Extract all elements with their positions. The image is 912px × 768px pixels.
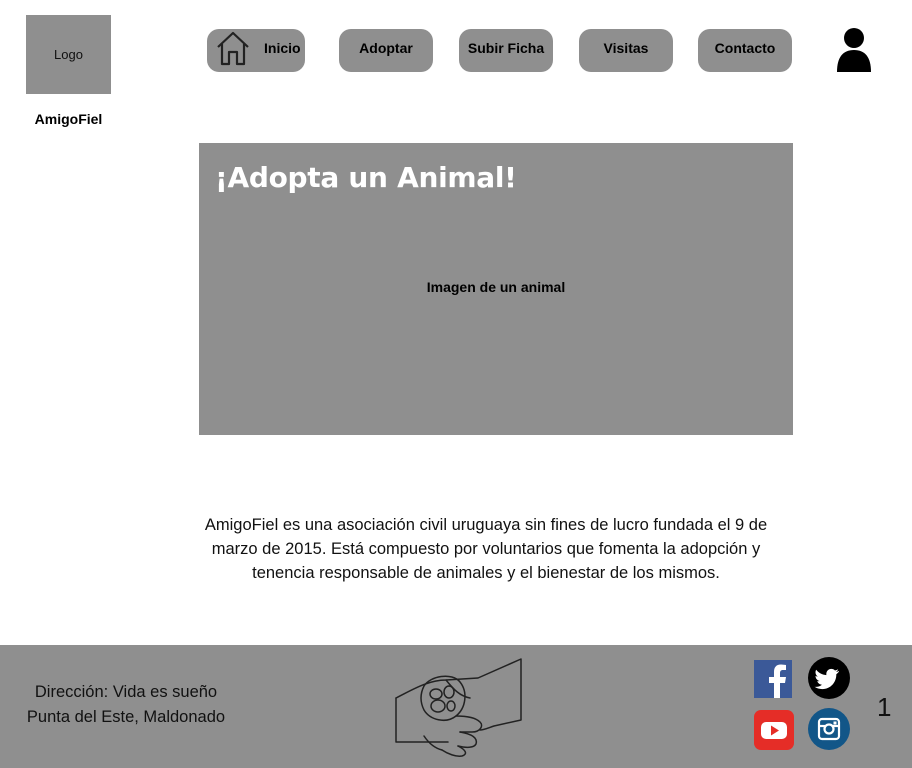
nav-inicio-button[interactable]: Inicio: [207, 29, 305, 72]
facebook-icon[interactable]: [754, 660, 792, 698]
paw-handshake-icon: [395, 658, 522, 757]
nav-subir-ficha-label: Subir Ficha: [467, 40, 545, 56]
instagram-icon[interactable]: [808, 708, 850, 750]
youtube-icon[interactable]: [754, 710, 794, 750]
logo-text: Logo: [54, 47, 83, 62]
address-line-2: Punta del Este, Maldonado: [26, 708, 226, 726]
hero-image-placeholder: Imagen de un animal: [426, 279, 566, 295]
nav-inicio-label: Inicio: [264, 40, 301, 56]
home-icon: [217, 31, 249, 66]
nav-visitas-label: Visitas: [603, 40, 649, 56]
page-number: 1: [877, 692, 892, 722]
hero-banner: ¡Adopta un Animal! Imagen de un animal: [199, 143, 793, 435]
nav-visitas-button[interactable]: Visitas: [579, 29, 673, 72]
address-line-1: Dirección: Vida es sueño: [34, 683, 218, 701]
footer-address: Dirección: Vida es sueño Punta del Este,…: [0, 680, 252, 730]
brand-name: AmigoFiel: [34, 111, 103, 127]
footer: Dirección: Vida es sueño Punta del Este,…: [0, 645, 912, 768]
twitter-icon[interactable]: [808, 657, 850, 699]
nav-adoptar-button[interactable]: Adoptar: [339, 29, 433, 72]
about-text: AmigoFiel es una asociación civil urugua…: [204, 516, 768, 582]
nav-subir-ficha-button[interactable]: Subir Ficha: [459, 29, 553, 72]
nav-contacto-button[interactable]: Contacto: [698, 29, 792, 72]
hero-title: ¡Adopta un Animal!: [215, 161, 517, 194]
user-icon[interactable]: [835, 27, 873, 73]
logo[interactable]: Logo: [26, 15, 111, 94]
nav-adoptar-label: Adoptar: [359, 40, 413, 56]
nav-contacto-label: Contacto: [714, 40, 776, 56]
